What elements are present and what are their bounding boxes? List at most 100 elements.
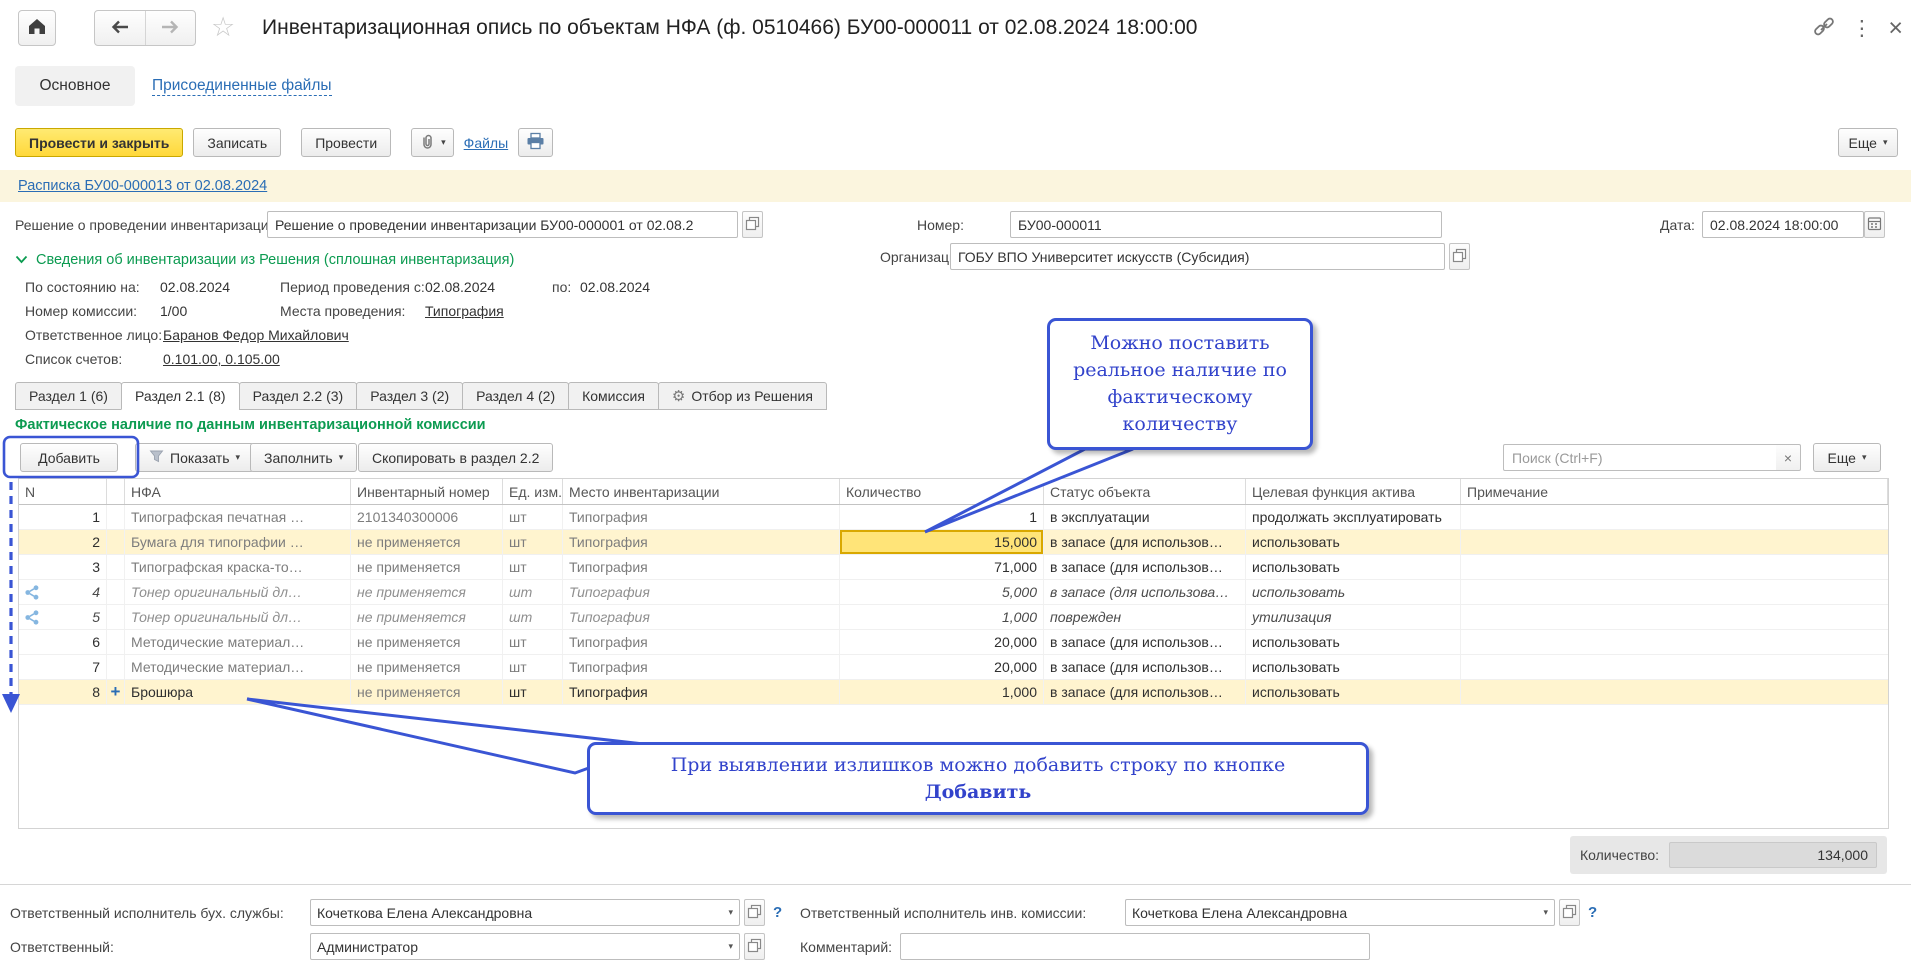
back-button[interactable] [95,11,146,45]
organization-input[interactable]: ГОБУ ВПО Университет искусств (Субсидия) [950,243,1445,270]
related-document-icon [24,584,40,604]
cell-status: в запасе (для использова… [1044,580,1246,604]
help-icon[interactable]: ? [1588,904,1597,921]
more-menu-icon[interactable]: ⋮ [1851,16,1872,41]
fill-button[interactable]: Заполнить ▾ [250,443,358,472]
comment-input[interactable] [900,933,1370,960]
search-input[interactable]: Поиск (Ctrl+F) [1503,444,1777,471]
period-from-value: 02.08.2024 [425,279,496,295]
cell-note [1461,680,1888,704]
cell-status: поврежден [1044,605,1246,629]
add-row-button[interactable]: Добавить [20,443,118,472]
cell-row-marker: + [107,680,125,704]
cell-nfa: Тонер оригинальный дл… [125,580,351,604]
cell-status: в запасе (для использов… [1044,630,1246,654]
column-header-note[interactable]: Примечание [1461,479,1888,504]
responsible-label: Ответственный: [10,939,114,955]
comment-label: Комментарий: [800,939,893,955]
favorite-star-icon[interactable]: ☆ [211,12,235,43]
places-link[interactable]: Типография [425,303,504,319]
cell-n: 4 [19,580,107,604]
cell-func: продолжать эксплуатировать [1246,505,1461,529]
date-calendar-button[interactable] [1864,211,1885,238]
post-button[interactable]: Провести [301,128,392,157]
forward-button[interactable] [146,11,196,45]
cell-unit: шт [503,555,563,579]
column-header-place[interactable]: Место инвентаризации [563,479,840,504]
person-label: Ответственное лицо: [25,327,163,343]
column-header-inv[interactable]: Инвентарный номер [351,479,503,504]
total-quantity-label: Количество: [1580,847,1660,863]
section-tab-4[interactable]: Раздел 3 (2) [356,382,464,410]
section-tab-1[interactable]: Раздел 1 (6) [15,382,122,410]
section-tab-6[interactable]: Комиссия [568,382,659,410]
accountant-executor-combo[interactable]: Кочеткова Елена Александровна ▾ [310,899,740,926]
column-header-qty[interactable]: Количество [840,479,1044,504]
cell-row-marker [107,530,125,554]
responsible-person-link[interactable]: Баранов Федор Михайлович [163,327,349,343]
cell-nfa: Типографская печатная … [125,505,351,529]
accountant-executor-open-button[interactable] [744,899,765,926]
column-header-unit[interactable]: Ед. изм. [503,479,563,504]
close-icon[interactable]: × [1888,14,1903,43]
decision-input[interactable]: Решение о проведении инвентаризации БУ00… [267,211,738,238]
files-link[interactable]: Файлы [464,135,508,151]
table-row[interactable]: 4 Тонер оригинальный дл… не применяется шт Т… [19,580,1888,605]
responsible-combo[interactable]: Администратор ▾ [310,933,740,960]
write-button[interactable]: Записать [193,128,282,157]
chevron-down-icon: ▾ [1543,907,1548,917]
table-row[interactable]: 3 Типографская краска-то… не применяется шт… [19,555,1888,580]
table-row[interactable]: 6 Методические материал… не применяется шт Т… [19,630,1888,655]
section-tab-5[interactable]: Раздел 4 (2) [462,382,570,410]
help-icon[interactable]: ? [773,904,782,921]
responsible-open-button[interactable] [744,933,765,960]
cell-nfa: Типографская краска-то… [125,555,351,579]
cell-qty: 71,000 [840,555,1044,579]
home-icon [27,17,47,39]
table-row[interactable]: 2 Бумага для типографии … не применяется шт… [19,530,1888,555]
search-clear-button[interactable]: × [1776,444,1801,471]
decision-open-button[interactable] [742,211,763,238]
cell-place: Типография [563,655,840,679]
section-tab-label: Раздел 3 (2) [370,388,450,404]
tab-main[interactable]: Основное [15,66,135,106]
column-header-mini[interactable] [107,479,125,504]
table-row[interactable]: 1 Типографская печатная … 2101340300006 шт Т… [19,505,1888,530]
print-button[interactable] [518,128,554,157]
commission-executor-open-button[interactable] [1559,899,1580,926]
date-input[interactable]: 02.08.2024 18:00:00 [1702,211,1864,238]
commission-executor-combo[interactable]: Кочеткова Елена Александровна ▾ [1125,899,1555,926]
chevron-down-icon: ▾ [728,907,733,917]
cell-nfa: Методические материал… [125,655,351,679]
tab-attached-files[interactable]: Присоединенные файлы [152,77,332,96]
cell-row-marker [107,555,125,579]
section-tab-3[interactable]: Раздел 2.2 (3) [238,382,358,410]
show-button[interactable]: Показать ▾ [135,443,255,472]
back-arrow-icon [110,19,130,38]
info-section-header[interactable]: Сведения об инвентаризации из Решения (с… [15,252,514,268]
column-header-func[interactable]: Целевая функция актива [1246,479,1461,504]
grid-more-button[interactable]: Еще ▾ [1813,443,1881,472]
form-more-button[interactable]: Еще ▾ [1838,128,1898,157]
table-row[interactable]: 8 + Брошюра не применяется шт Типография 1,000… [19,680,1888,705]
post-and-close-button[interactable]: Провести и закрыть [15,128,184,157]
column-header-n[interactable]: N [19,479,107,504]
column-header-nfa[interactable]: НФА [125,479,351,504]
inventory-document-window: ☆ Инвентаризационная опись по объектам Н… [0,0,1911,967]
table-row[interactable]: 7 Методические материал… не применяется шт Т… [19,655,1888,680]
home-button[interactable] [18,10,56,46]
cell-func: использовать [1246,630,1461,654]
accounts-link[interactable]: 0.101.00, 0.105.00 [163,351,280,367]
attachments-button[interactable]: ▾ [411,128,454,157]
get-link-icon[interactable] [1813,16,1835,41]
table-row[interactable]: 5 Тонер оригинальный дл… не применяется шт Т… [19,605,1888,630]
column-header-status[interactable]: Статус объекта [1044,479,1246,504]
number-input[interactable]: БУ00-000011 [1010,211,1442,238]
copy-to-section-button[interactable]: Скопировать в раздел 2.2 [358,443,554,472]
section-tab-7[interactable]: ⚙ Отбор из Решения [657,382,827,410]
section-tab-2[interactable]: Раздел 2.1 (8) [120,382,240,410]
cell-qty-highlighted[interactable]: 15,000 [840,530,1044,554]
organization-open-button[interactable] [1449,243,1470,270]
receipt-link[interactable]: Расписка БУ00-000013 от 02.08.2024 [18,178,267,194]
total-quantity-value: 134,000 [1669,842,1877,868]
